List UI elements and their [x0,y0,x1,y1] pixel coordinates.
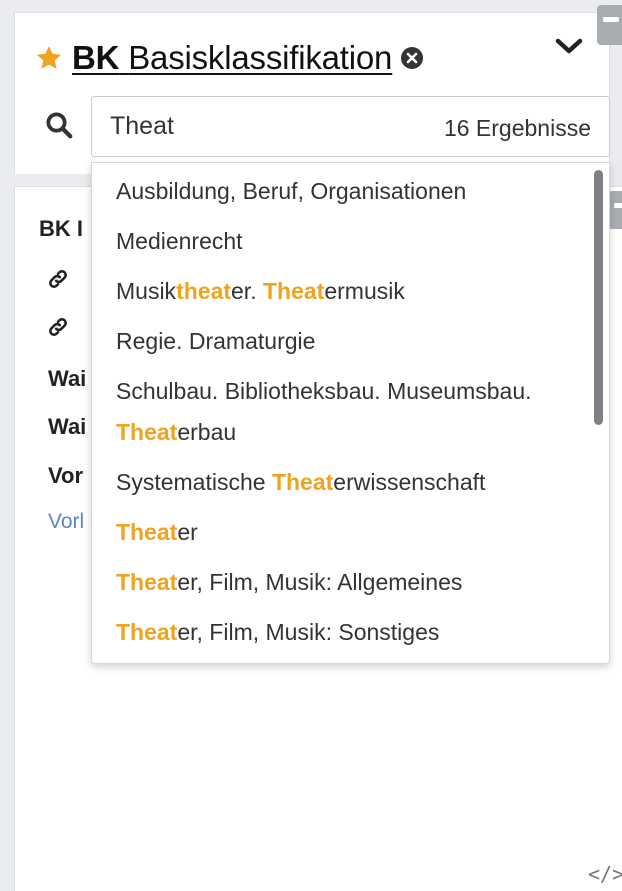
vocabulary-title-link[interactable]: BK Basisklassifikation [72,39,392,77]
dropdown-item[interactable]: Ausbildung, Beruf, Organisationen [116,171,466,211]
dropdown-scrollbar[interactable] [594,170,603,425]
code-icon[interactable]: </> [588,862,622,886]
dropdown-item[interactable]: Schulbau. Bibliotheksbau. Museumsbau. [116,371,532,411]
dropdown-item[interactable]: Medienrecht [116,221,243,261]
search-box[interactable]: 16 Ergebnisse [91,96,610,157]
search-input[interactable] [110,109,410,143]
link-icon[interactable] [47,316,69,338]
search-icon [44,110,74,140]
remove-circle-icon[interactable] [400,46,424,70]
link-icon[interactable] [47,268,69,290]
dropdown-item[interactable]: Theater [116,512,198,552]
title-text: Basisklassifikation [128,39,393,76]
panel-link[interactable]: Vorl [48,510,84,534]
panel-heading: BK I [39,216,83,241]
dropdown-item[interactable]: Musiktheater. Theatermusik [116,271,405,311]
dropdown-item[interactable]: Theater, Film, Musik: Sonstiges [116,612,439,652]
dropdown-item[interactable]: Theater, Film, Musik: Allgemeines [116,562,462,602]
result-count: 16 Ergebnisse [443,115,591,141]
dropdown-item[interactable]: Systematische Theaterwissenschaft [116,462,485,502]
panel-label: Wai [48,366,87,391]
panel-label: Wai [48,414,87,439]
dropdown-item-continued[interactable]: Theaterbau [116,412,236,452]
search-results-dropdown: Ausbildung, Beruf, Organisationen Medien… [91,162,610,664]
dropdown-item[interactable]: Regie. Dramaturgie [116,321,315,361]
star-icon[interactable] [34,43,64,73]
title-row: BK Basisklassifikation [34,36,424,80]
title-prefix: BK [72,39,120,76]
chevron-down-icon [555,38,583,54]
minimize-button-secondary[interactable] [608,191,622,229]
minimize-button[interactable] [597,5,622,45]
collapse-button[interactable] [551,30,587,62]
panel-label: Vor [48,463,84,488]
